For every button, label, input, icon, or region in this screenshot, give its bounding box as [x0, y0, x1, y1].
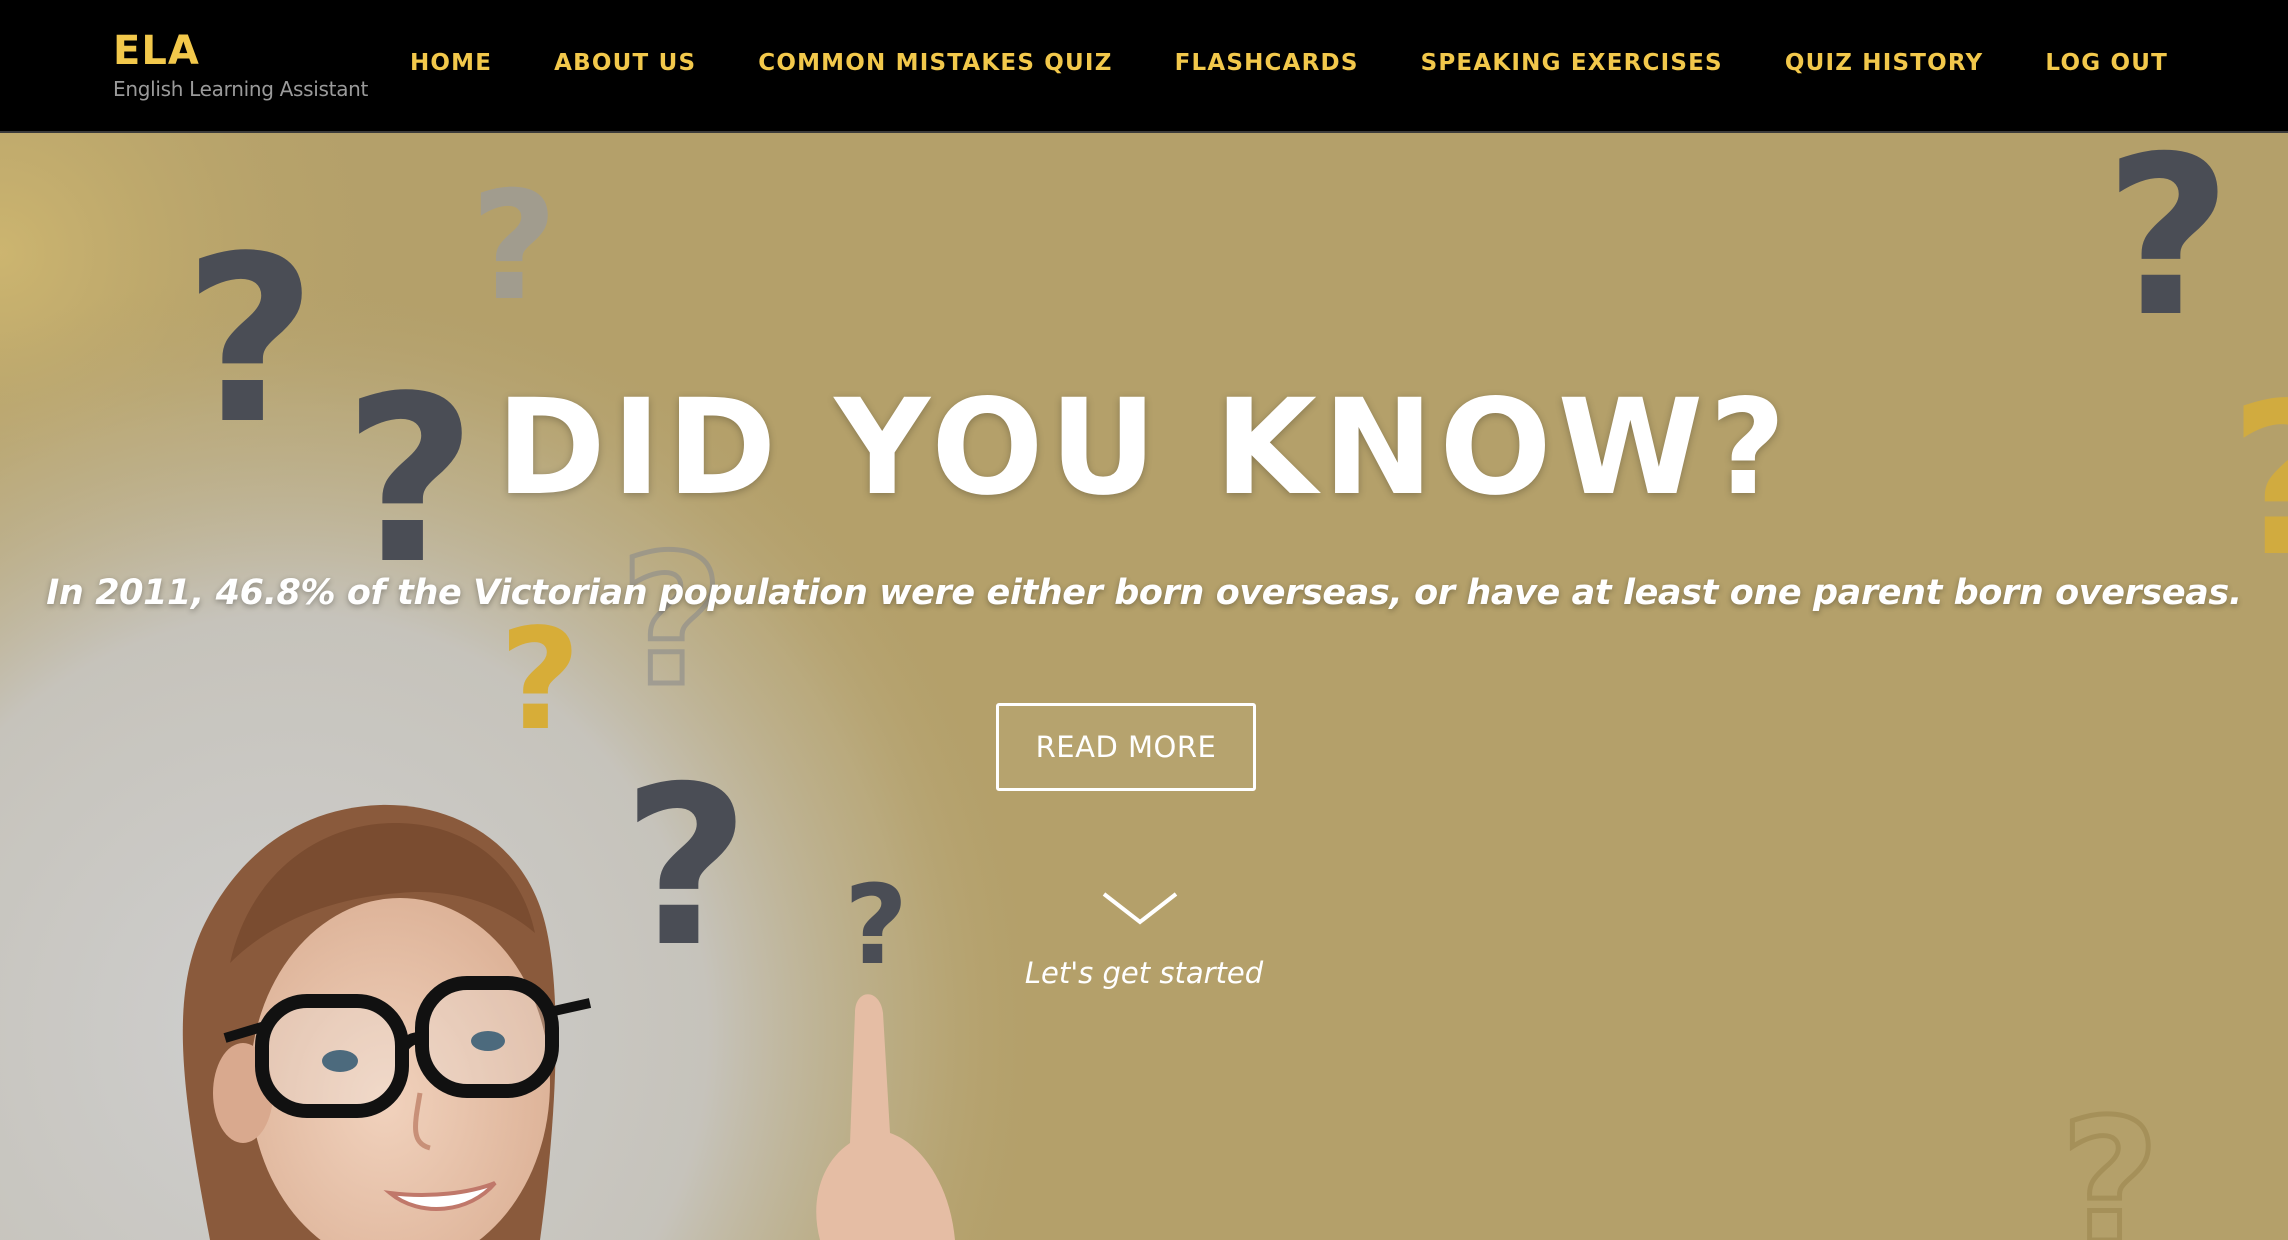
nav-item-speaking-exercises[interactable]: SPEAKING EXERCISES	[1421, 50, 1723, 76]
nav-item-about-us[interactable]: ABOUT US	[554, 50, 696, 76]
nav-item-flashcards[interactable]: FLASHCARDS	[1175, 50, 1359, 76]
svg-text:?: ?	[499, 599, 580, 762]
get-started-link[interactable]: Let's get started	[0, 955, 2288, 991]
top-navbar: ELA English Learning Assistant HOME ABOU…	[0, 0, 2288, 133]
question-mark-icon: ?	[499, 599, 580, 762]
question-mark-icon: ?	[2058, 1081, 2162, 1240]
nav-item-log-out[interactable]: LOG OUT	[2045, 50, 2168, 76]
svg-text:?: ?	[2061, 1083, 2160, 1240]
hero-headline: DID YOU KNOW?	[496, 371, 1792, 525]
question-mark-icon: ?	[470, 160, 557, 334]
hero-section: ? ? ? ? ? ? ? ? ? ?	[0, 133, 2288, 1240]
read-more-button[interactable]: READ MORE	[996, 703, 1256, 791]
brand-subtitle: English Learning Assistant	[113, 77, 369, 101]
svg-text:?: ?	[470, 160, 557, 334]
nav-item-common-mistakes-quiz[interactable]: COMMON MISTAKES QUIZ	[758, 50, 1112, 76]
brand-logo[interactable]: ELA English Learning Assistant	[113, 28, 368, 102]
nav-item-quiz-history[interactable]: QUIZ HISTORY	[1785, 50, 1984, 76]
svg-text:?: ?	[2104, 133, 2232, 365]
brand-name: ELA	[113, 28, 200, 74]
question-mark-icon: ?	[617, 515, 726, 729]
question-mark-icon: ?	[2104, 133, 2232, 365]
hero-fact-text: In 2011, 46.8% of the Victorian populati…	[46, 573, 2242, 613]
nav-item-home[interactable]: HOME	[410, 50, 492, 76]
hero-background-image: ? ? ? ? ? ? ? ? ? ?	[0, 133, 2288, 1240]
nav-menu: HOME ABOUT US COMMON MISTAKES QUIZ FLASH…	[410, 0, 2168, 126]
svg-text:?: ?	[620, 517, 724, 726]
chevron-down-icon[interactable]	[1100, 888, 1180, 928]
